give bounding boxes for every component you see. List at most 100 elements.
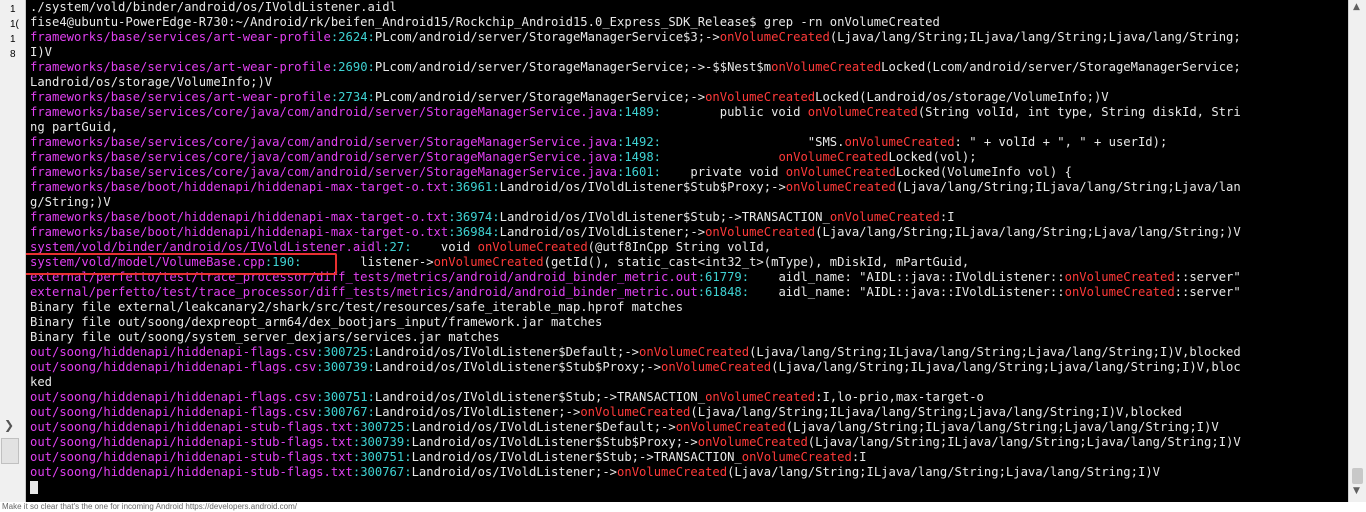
match-line-number: :1492: <box>617 135 662 149</box>
match-keyword: onVolumeCreated <box>1064 270 1175 284</box>
terminal-line: frameworks/base/services/art-wear-profil… <box>30 30 1346 45</box>
line-text <box>661 150 778 164</box>
line-text: private void <box>661 165 786 179</box>
line-text: Locked(Lcom/android/server/StorageManage… <box>881 60 1241 74</box>
line-text: (Ljava/lang/String;ILjava/lang/String;Lj… <box>807 435 1241 449</box>
line-text: Locked(vol); <box>888 150 977 164</box>
terminal-line: frameworks/base/services/core/java/com/a… <box>30 135 1346 150</box>
match-keyword: onVolumeCreated <box>580 405 691 419</box>
line-text: Binary file out/soong/dexpreopt_arm64/de… <box>30 315 603 329</box>
line-text: (Ljava/lang/String;ILjava/lang/String;Lj… <box>771 360 1241 374</box>
line-text: PLcom/android/server/StorageManagerServi… <box>374 30 720 44</box>
match-file-path: frameworks/base/services/art-wear-profil… <box>30 90 331 104</box>
terminal-cursor <box>30 481 38 494</box>
line-text: void <box>411 240 478 254</box>
match-line-number: :300767: <box>352 465 412 479</box>
match-file-path: frameworks/base/services/art-wear-profil… <box>30 30 331 44</box>
match-keyword: onVolumeCreated <box>778 150 889 164</box>
match-line-number: :300725: <box>352 420 412 434</box>
terminal-line: Binary file external/leakcanary2/shark/s… <box>30 300 1346 315</box>
vertical-scrollbar[interactable]: ▲ ▼ <box>1348 0 1366 502</box>
terminal-line: Binary file out/soong/system_server_dexj… <box>30 330 1346 345</box>
line-text: Landroid/os/IVoldListener$Stub$Proxy;-> <box>499 180 786 194</box>
match-file-path: frameworks/base/boot/hiddenapi/hiddenapi… <box>30 180 449 194</box>
match-file-path: frameworks/base/services/core/java/com/a… <box>30 135 617 149</box>
terminal-line: frameworks/base/services/art-wear-profil… <box>30 60 1346 75</box>
line-text: :I <box>851 450 867 464</box>
match-keyword: onVolumeCreated <box>785 180 896 194</box>
line-text: Landroid/os/IVoldListener$Default;-> <box>374 345 640 359</box>
scroll-down-arrow-icon[interactable]: ▼ <box>1353 486 1360 496</box>
match-line-number: :2690: <box>330 60 375 74</box>
line-text: ng partGuid, <box>30 120 119 134</box>
line-text: (getId(), static_cast<int32_t>(mType), m… <box>543 255 970 269</box>
match-line-number: :300739: <box>316 360 375 374</box>
terminal-line: g/String;)V <box>30 195 1346 210</box>
match-file-path: frameworks/base/services/art-wear-profil… <box>30 60 331 74</box>
match-line-number: :300725: <box>316 345 375 359</box>
match-line-number: :61779: <box>697 270 750 284</box>
match-line-number: :27: <box>382 240 412 254</box>
line-text: Locked(VolumeInfo vol) { <box>895 165 1072 179</box>
match-file-path: out/soong/hiddenapi/hiddenapi-flags.csv <box>30 390 317 404</box>
line-text: Landroid/os/IVoldListener$Stub;->TRANSAC… <box>411 450 742 464</box>
line-text: Landroid/os/storage/VolumeInfo;)V <box>30 75 273 89</box>
match-keyword: onVolumeCreated <box>829 210 940 224</box>
line-text: public void <box>661 105 808 119</box>
match-keyword: onVolumeCreated <box>705 390 816 404</box>
match-file-path: frameworks/base/boot/hiddenapi/hiddenapi… <box>30 210 449 224</box>
scroll-up-arrow-icon[interactable]: ▲ <box>1353 2 1360 12</box>
match-file-path: out/soong/hiddenapi/hiddenapi-flags.csv <box>30 405 317 419</box>
chevron-right-icon[interactable]: ❯ <box>4 418 14 432</box>
match-line-number: :2624: <box>330 30 375 44</box>
line-text: (Ljava/lang/String;ILjava/lang/String;Lj… <box>895 180 1241 194</box>
gutter-number: 8 <box>10 49 16 60</box>
match-file-path: out/soong/hiddenapi/hiddenapi-stub-flags… <box>30 420 353 434</box>
line-text: Locked(Landroid/os/storage/VolumeInfo;)V <box>815 90 1109 104</box>
terminal-line: out/soong/hiddenapi/hiddenapi-flags.csv:… <box>30 405 1346 420</box>
terminal-line: frameworks/base/boot/hiddenapi/hiddenapi… <box>30 225 1346 240</box>
match-line-number: :300751: <box>352 450 412 464</box>
gutter-number: 1 <box>10 34 16 45</box>
match-keyword: onVolumeCreated <box>477 240 588 254</box>
line-text: Landroid/os/IVoldListener;-> <box>374 405 581 419</box>
match-file-path: frameworks/base/boot/hiddenapi/hiddenapi… <box>30 225 449 239</box>
line-text: ked <box>30 375 53 389</box>
match-line-number: :36961: <box>448 180 500 194</box>
match-keyword: onVolumeCreated <box>675 420 786 434</box>
gutter-panel-handle[interactable] <box>1 438 19 464</box>
line-text: (Ljava/lang/String;ILjava/lang/String;Lj… <box>690 405 1183 419</box>
line-text: "SMS. <box>661 135 845 149</box>
terminal-line: out/soong/hiddenapi/hiddenapi-stub-flags… <box>30 450 1346 465</box>
terminal-prompt-line[interactable] <box>30 480 1346 495</box>
terminal-line: ng partGuid, <box>30 120 1346 135</box>
match-keyword: onVolumeCreated <box>705 90 816 104</box>
terminal-line: Binary file out/soong/dexpreopt_arm64/de… <box>30 315 1346 330</box>
line-text: ./system/vold/binder/android/os/IVoldLis… <box>30 0 397 14</box>
line-text: aidl_name: "AIDL::java::IVoldListener:: <box>749 270 1065 284</box>
terminal-line: out/soong/hiddenapi/hiddenapi-stub-flags… <box>30 435 1346 450</box>
terminal-line: frameworks/base/boot/hiddenapi/hiddenapi… <box>30 210 1346 225</box>
match-file-path: out/soong/hiddenapi/hiddenapi-flags.csv <box>30 360 317 374</box>
terminal-line: Landroid/os/storage/VolumeInfo;)V <box>30 75 1346 90</box>
match-keyword: onVolumeCreated <box>719 30 830 44</box>
match-line-number: :2734: <box>330 90 375 104</box>
gutter-number: 1( <box>10 19 19 30</box>
line-text: Binary file out/soong/system_server_dexj… <box>30 330 500 344</box>
match-keyword: onVolumeCreated <box>617 465 728 479</box>
match-file-path: frameworks/base/services/core/java/com/a… <box>30 105 617 119</box>
match-keyword: onVolumeCreated <box>433 255 544 269</box>
line-text: (Ljava/lang/String;ILjava/lang/String;Lj… <box>727 465 1160 479</box>
line-text: fise4@ubuntu-PowerEdge-R730:~/Android/rk… <box>30 15 940 29</box>
terminal-lines: ./system/vold/binder/android/os/IVoldLis… <box>30 0 1346 495</box>
terminal-output[interactable]: ./system/vold/binder/android/os/IVoldLis… <box>26 0 1348 502</box>
terminal-line: out/soong/hiddenapi/hiddenapi-stub-flags… <box>30 465 1346 480</box>
match-file-path: frameworks/base/services/core/java/com/a… <box>30 165 617 179</box>
scrollbar-thumb[interactable] <box>1352 468 1363 484</box>
terminal-line: frameworks/base/services/art-wear-profil… <box>30 90 1346 105</box>
match-file-path: out/soong/hiddenapi/hiddenapi-stub-flags… <box>30 465 353 479</box>
line-text: Landroid/os/IVoldListener$Stub$Proxy;-> <box>411 435 698 449</box>
editor-gutter: 1 1( 1 8 ❯ <box>0 0 26 512</box>
match-line-number: :36974: <box>448 210 500 224</box>
match-keyword: onVolumeCreated <box>741 450 852 464</box>
